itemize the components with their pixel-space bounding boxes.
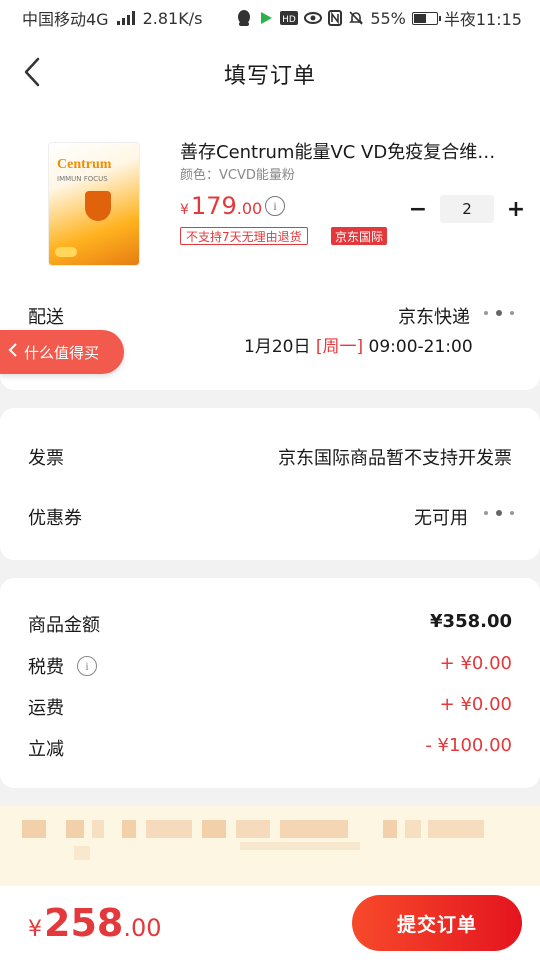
blurred-text: [202, 820, 226, 838]
total-currency: ¥: [28, 917, 42, 942]
clock: 半夜11:15: [443, 10, 522, 29]
blurred-text: [383, 820, 397, 838]
total-integer: 258: [44, 901, 124, 945]
video-icon: [258, 10, 274, 26]
hd-icon: HD: [280, 11, 299, 25]
chevron-left-icon: [24, 57, 40, 87]
chevron-left-icon: [8, 343, 18, 361]
price-currency: ¥: [180, 202, 189, 218]
worth-buy-tab[interactable]: 什么值得买: [0, 330, 124, 374]
quantity-input[interactable]: 2: [440, 195, 494, 223]
worth-buy-label: 什么值得买: [24, 343, 100, 362]
order-total: ¥ 258 .00: [28, 901, 162, 945]
product-price: ¥ 179 .00: [180, 192, 262, 220]
quantity-stepper: − 2 +: [404, 195, 530, 223]
signal-icon: [116, 11, 135, 25]
invoice-coupon-card: [0, 408, 540, 560]
price-summary-card: [0, 578, 540, 788]
product-image-sub: IMMUN FOCUS: [57, 175, 108, 183]
product-image[interactable]: Centrum IMMUN FOCUS: [48, 142, 140, 266]
goods-amount-value: ¥358.00: [430, 611, 512, 632]
no-return-tag: 不支持7天无理由退货: [180, 227, 308, 245]
nfc-icon: [328, 10, 343, 26]
blurred-text: [92, 820, 104, 838]
discount-label: 立减: [28, 739, 64, 760]
shipping-value: + ¥0.00: [439, 694, 512, 715]
eye-icon: [304, 11, 323, 25]
delivery-weekday: [周一]: [315, 337, 364, 357]
back-button[interactable]: [14, 54, 50, 90]
carrier-label: 中国移动4G: [22, 10, 109, 29]
blurred-text: [236, 820, 270, 838]
battery-percent: 55%: [370, 8, 406, 28]
coupon-value[interactable]: 无可用: [414, 504, 468, 530]
delivery-time[interactable]: 1月20日 [周一] 09:00-21:00: [244, 332, 473, 357]
invoice-label: 发票: [28, 448, 64, 469]
goods-amount-label: 商品金额: [28, 615, 100, 636]
shipping-label: 运费: [28, 698, 64, 719]
total-decimal: .00: [123, 914, 162, 942]
blurred-text: [22, 820, 46, 838]
delivery-label: 配送: [28, 307, 64, 328]
delivery-date: 1月20日: [244, 337, 311, 357]
mute-icon: [348, 10, 364, 26]
blurred-text: [66, 820, 84, 838]
delivery-carrier[interactable]: 京东快递: [398, 303, 470, 329]
status-bar: 中国移动4G 2.81K/s HD 55% 半夜11:15: [0, 0, 540, 36]
coupon-label: 优惠券: [28, 508, 82, 529]
more-icon[interactable]: [484, 308, 514, 318]
blurred-text: [122, 820, 136, 838]
product-spec: 颜色：VCVD能量粉: [180, 168, 295, 183]
discount-value: - ¥100.00: [425, 735, 512, 756]
tax-info-icon[interactable]: i: [77, 656, 97, 676]
blurred-text: [74, 846, 90, 860]
invoice-value: 京东国际商品暂不支持开发票: [278, 448, 512, 469]
blurred-text: [405, 820, 421, 838]
price-decimal: .00: [236, 199, 263, 218]
tax-value: + ¥0.00: [439, 653, 512, 674]
jd-international-tag: 京东国际: [331, 227, 388, 245]
shield-icon: [85, 191, 111, 221]
more-icon[interactable]: [484, 508, 514, 518]
delivery-time-range: 09:00-21:00: [368, 337, 473, 357]
battery-icon: [411, 11, 441, 25]
blurred-text: [428, 820, 484, 838]
pill-icon: [55, 247, 77, 257]
blurred-text: [280, 820, 348, 838]
svg-text:HD: HD: [282, 15, 296, 25]
checkout-bar: ¥ 258 .00 提交订单: [0, 886, 540, 960]
product-title[interactable]: 善存Centrum能量VC VD免疫复合维…: [180, 138, 510, 164]
product-image-brand: Centrum: [57, 157, 112, 172]
network-speed: 2.81K/s: [142, 8, 203, 28]
price-info-icon[interactable]: i: [265, 196, 285, 216]
decrease-button[interactable]: −: [404, 195, 432, 223]
blurred-text: [146, 820, 192, 838]
blurred-text: [240, 842, 360, 850]
price-integer: 179: [190, 192, 237, 220]
notice-bar: [0, 806, 540, 888]
submit-order-button[interactable]: 提交订单: [352, 895, 522, 951]
qq-icon: [236, 9, 252, 27]
tax-label: 税费: [28, 657, 64, 678]
increase-button[interactable]: +: [502, 195, 530, 223]
page-title: 填写订单: [223, 64, 316, 89]
